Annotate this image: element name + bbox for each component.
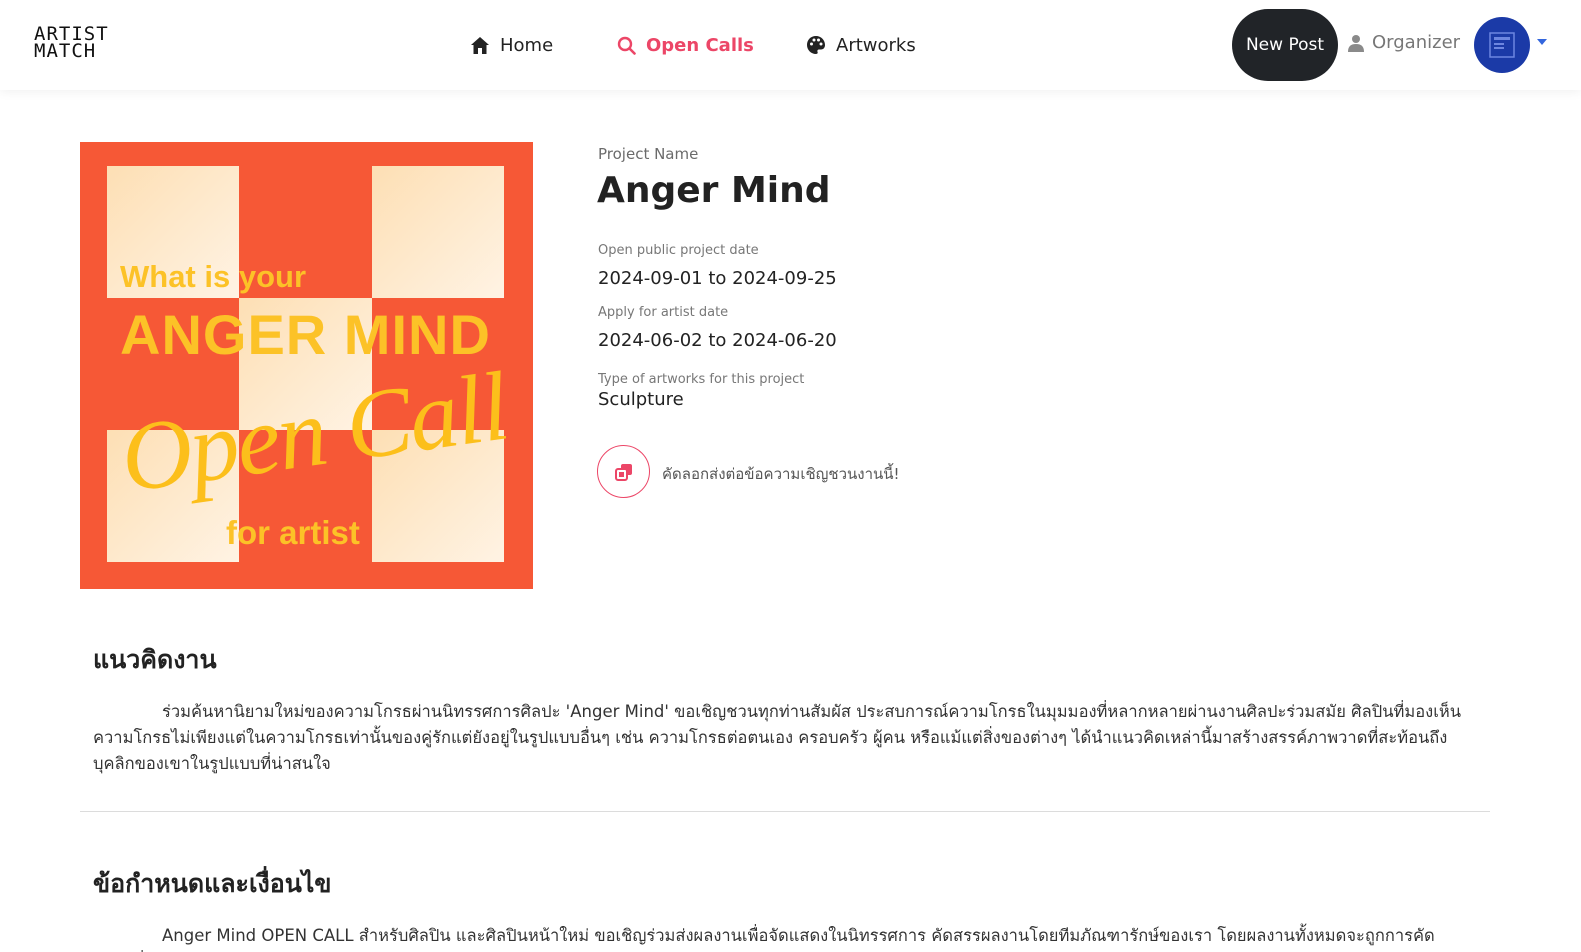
logo-line-2: MATCH [34,40,97,62]
palette-icon [807,36,825,54]
nav-home[interactable]: Home [470,30,553,60]
project-title: Anger Mind [597,170,831,211]
poster-check-square [372,166,504,298]
nav-artworks-label: Artworks [836,34,916,56]
organizer-label: Organizer [1372,32,1461,53]
avatar-image-icon [1489,32,1515,58]
home-icon [471,36,489,54]
user-icon [1348,34,1364,52]
poster-text-line-2: ANGER MIND [120,303,491,366]
nav-open-calls-label: Open Calls [646,34,754,56]
artwork-type-label: Type of artworks for this project [598,372,805,387]
terms-heading: ข้อกำหนดและเงื่อนไข [93,869,332,898]
project-poster-image: What is your ANGER MIND Open Call for ar… [80,142,533,589]
section-divider [80,811,1490,812]
poster-text-line-4: for artist [226,514,360,551]
concept-heading: แนวคิดงาน [93,645,217,674]
apply-date-value: 2024-06-02 to 2024-06-20 [598,330,837,351]
concept-body: ร่วมค้นหานิยามใหม่ของความโกรธผ่านนิทรรศก… [93,702,1462,773]
terms-body: Anger Mind OPEN CALL สำหรับศิลปิน และศิล… [162,926,1435,945]
avatar[interactable] [1474,17,1530,73]
organizer-role[interactable]: Organizer [1348,32,1460,53]
top-navbar: ARTIST MATCH Home Open Calls Artworks Ne… [0,0,1581,90]
apply-date-label: Apply for artist date [598,305,729,320]
poster-text-line-1: What is your [120,259,307,294]
copy-invite-text[interactable]: คัดลอกส่งต่อข้อความเชิญชวนงานนี้! [662,462,900,486]
nav-home-label: Home [500,34,554,56]
copy-icon [614,463,632,481]
public-date-value: 2024-09-01 to 2024-09-25 [598,268,837,289]
nav-open-calls[interactable]: Open Calls [617,30,754,60]
artwork-type-value: Sculpture [598,389,684,410]
chevron-down-icon[interactable] [1537,39,1547,45]
artist-match-logo[interactable]: ARTIST MATCH [34,25,126,64]
new-post-button[interactable]: New Post [1232,9,1338,81]
search-icon [617,36,636,55]
project-name-label: Project Name [598,145,699,163]
nav-artworks[interactable]: Artworks [806,30,916,60]
public-date-label: Open public project date [598,243,759,258]
copy-invite-button[interactable] [597,445,650,498]
